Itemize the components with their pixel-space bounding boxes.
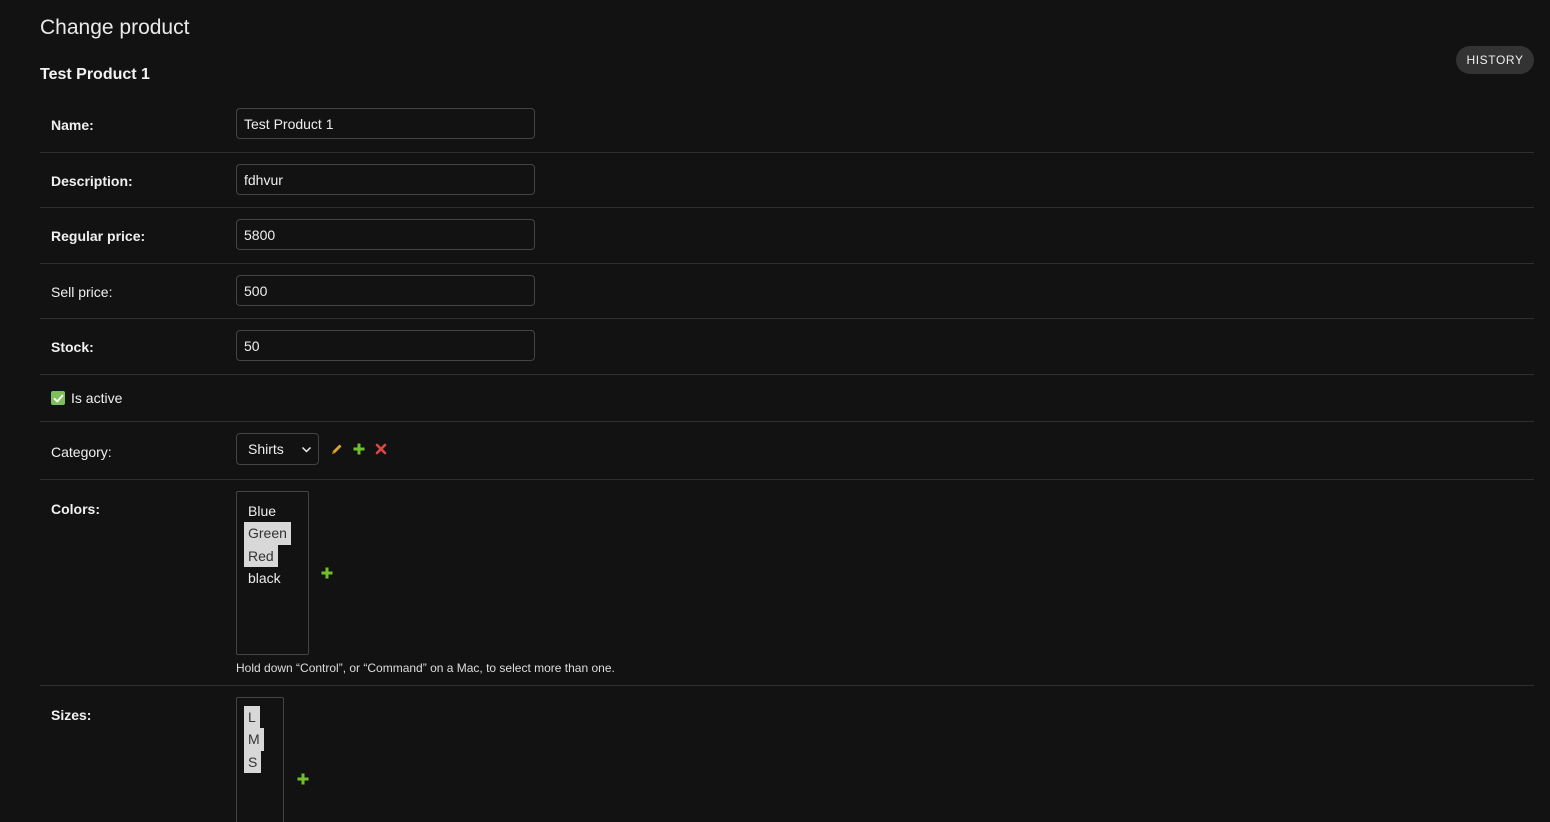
plus-icon bbox=[297, 773, 309, 785]
form-row-sizes: Sizes: L M S bbox=[40, 686, 1534, 822]
sizes-option[interactable]: S bbox=[244, 750, 262, 773]
colors-option[interactable]: Green bbox=[244, 522, 291, 545]
category-select[interactable]: Shirts bbox=[236, 433, 319, 465]
form-row-stock: Stock: bbox=[40, 319, 1534, 375]
plus-icon bbox=[321, 567, 333, 579]
description-label: Description: bbox=[51, 173, 133, 189]
add-size-button[interactable] bbox=[296, 772, 310, 786]
colors-multiselect[interactable]: Blue Green Red black bbox=[236, 491, 309, 655]
sizes-option[interactable]: M bbox=[244, 728, 264, 751]
sizes-option[interactable]: L bbox=[244, 706, 260, 729]
sizes-label: Sizes: bbox=[51, 707, 92, 723]
is-active-label: Is active bbox=[71, 390, 123, 406]
colors-option[interactable]: Blue bbox=[244, 500, 280, 522]
category-selected-value: Shirts bbox=[248, 441, 284, 457]
sizes-multiselect[interactable]: L M S bbox=[236, 697, 284, 822]
form-row-name: Name: bbox=[40, 97, 1534, 153]
stock-input[interactable] bbox=[236, 330, 535, 361]
is-active-checkbox[interactable] bbox=[51, 391, 65, 405]
colors-label: Colors: bbox=[51, 501, 100, 517]
regular-price-input[interactable] bbox=[236, 219, 535, 250]
colors-option[interactable]: Red bbox=[244, 544, 278, 567]
page-title: Change product bbox=[40, 16, 190, 39]
check-icon bbox=[53, 394, 63, 402]
history-button[interactable]: HISTORY bbox=[1456, 46, 1534, 74]
delete-category-button[interactable] bbox=[374, 442, 388, 456]
sell-price-input[interactable] bbox=[236, 275, 535, 306]
chevron-down-icon bbox=[301, 446, 312, 453]
category-label: Category: bbox=[51, 444, 112, 460]
plus-icon bbox=[353, 443, 365, 455]
add-color-button[interactable] bbox=[320, 566, 334, 580]
product-form: Name: Description: Regular price: Sell p… bbox=[40, 97, 1534, 822]
name-input[interactable] bbox=[236, 108, 535, 139]
edit-category-button[interactable] bbox=[329, 442, 343, 456]
form-row-regular-price: Regular price: bbox=[40, 208, 1534, 264]
add-category-button[interactable] bbox=[352, 442, 366, 456]
x-icon bbox=[375, 443, 387, 455]
form-row-colors: Colors: Blue Green Red black Hold down “… bbox=[40, 480, 1534, 686]
name-label: Name: bbox=[51, 117, 94, 133]
stock-label: Stock: bbox=[51, 339, 94, 355]
description-input[interactable] bbox=[236, 164, 535, 195]
object-title: Test Product 1 bbox=[40, 66, 150, 83]
regular-price-label: Regular price: bbox=[51, 228, 146, 244]
pencil-icon bbox=[331, 444, 341, 454]
colors-option[interactable]: black bbox=[244, 567, 285, 589]
form-row-description: Description: bbox=[40, 153, 1534, 208]
colors-help-text: Hold down “Control”, or “Command” on a M… bbox=[236, 661, 615, 675]
form-row-sell-price: Sell price: bbox=[40, 264, 1534, 319]
form-row-category: Category: Shirts bbox=[40, 422, 1534, 480]
form-row-is-active: Is active bbox=[40, 375, 1534, 422]
sell-price-label: Sell price: bbox=[51, 284, 113, 300]
change-product-page: Change product HISTORY Test Product 1 Na… bbox=[0, 0, 1550, 822]
